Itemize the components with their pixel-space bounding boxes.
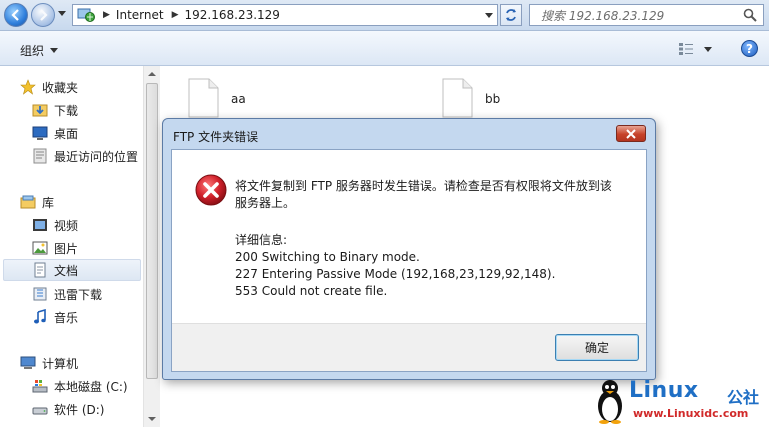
command-bar: 组织 ?	[0, 31, 769, 66]
watermark-logo-text: Linux	[629, 378, 699, 403]
nav-item-label: 文档	[54, 263, 79, 278]
details-line: 200 Switching to Binary mode.	[235, 250, 420, 264]
ftp-error-dialog: FTP 文件夹错误 将文件复制到 FTP 服务器时发生错误。请检查是否有权限将文…	[162, 118, 656, 380]
network-location-icon	[77, 8, 95, 22]
error-details: 详细信息: 200 Switching to Binary mode. 227 …	[235, 232, 635, 300]
nav-item-drive-d[interactable]: 软件 (D:)	[32, 398, 104, 420]
search-icon[interactable]	[743, 8, 757, 22]
back-button[interactable]	[4, 3, 28, 27]
computer-icon	[20, 356, 36, 369]
watermark-cn-text: 公社	[727, 388, 760, 407]
nav-item-recent-places[interactable]: 最近访问的位置	[32, 145, 138, 167]
nav-item-label: 图片	[54, 241, 79, 256]
recent-places-icon	[33, 148, 47, 164]
close-button[interactable]	[616, 125, 646, 142]
nav-libraries[interactable]: 库	[20, 191, 54, 213]
breadcrumb-separator-icon: ▶	[103, 10, 110, 20]
penguin-logo-icon	[598, 380, 622, 424]
organize-label: 组织	[20, 44, 45, 58]
file-item[interactable]: aa	[187, 78, 246, 118]
nav-item-label: 音乐	[54, 310, 79, 325]
video-icon	[33, 219, 47, 231]
music-icon	[34, 309, 46, 324]
nav-item-label: 本地磁盘 (C:)	[54, 379, 128, 394]
nav-item-music[interactable]: 音乐	[32, 306, 78, 328]
watermark: Linux 公社 www.Linuxidc.com	[593, 376, 769, 427]
library-icon	[20, 195, 36, 209]
ok-button[interactable]: 确定	[555, 334, 639, 361]
documents-icon	[34, 262, 46, 278]
scrollbar-thumb[interactable]	[146, 83, 158, 379]
file-icon	[188, 78, 219, 118]
nav-libraries-label: 库	[42, 195, 55, 210]
help-button[interactable]: ?	[741, 40, 758, 57]
nav-item-label: 软件 (D:)	[54, 402, 105, 417]
breadcrumb-host[interactable]: 192.168.23.129	[185, 8, 280, 22]
arrow-right-icon	[40, 9, 48, 21]
search-placeholder: 搜索 192.168.23.129	[541, 8, 665, 23]
thunder-downloads-icon	[33, 287, 47, 301]
details-line: 227 Entering Passive Mode (192,168,23,12…	[235, 267, 556, 281]
nav-item-label: 迅雷下载	[54, 287, 103, 302]
change-view-button[interactable]	[678, 40, 718, 58]
breadcrumb-separator-icon: ▶	[171, 10, 179, 20]
details-line: 553 Could not create file.	[235, 284, 388, 298]
scroll-up-icon[interactable]	[148, 72, 156, 76]
navigation-pane: 收藏夹 下载 桌面 最近访问的位置 库 视频 图片 文档 迅雷下载 音乐 计算机	[0, 66, 160, 427]
address-dropdown-icon[interactable]	[485, 13, 493, 18]
drive-icon	[32, 407, 48, 415]
scroll-down-icon[interactable]	[148, 417, 156, 421]
nav-computer-label: 计算机	[42, 356, 79, 371]
error-icon	[195, 174, 227, 206]
error-message-line: 服务器上。	[235, 196, 296, 210]
nav-favorites-label: 收藏夹	[42, 80, 79, 95]
star-icon	[20, 79, 36, 95]
nav-item-drive-c[interactable]: 本地磁盘 (C:)	[32, 375, 128, 397]
close-icon	[626, 128, 636, 139]
file-name: bb	[485, 92, 501, 106]
organize-button[interactable]: 组织	[20, 42, 59, 59]
watermark-url: www.Linuxidc.com	[633, 407, 749, 420]
windows-drive-icon	[32, 380, 48, 393]
recent-pages-dropdown[interactable]	[58, 11, 66, 16]
nav-item-label: 下载	[54, 103, 79, 118]
dialog-body: 将文件复制到 FTP 服务器时发生错误。请检查是否有权限将文件放到该 服务器上。…	[171, 149, 647, 372]
search-input[interactable]: 搜索 192.168.23.129	[529, 4, 764, 26]
dialog-footer: 确定	[172, 323, 646, 371]
file-item[interactable]: bb	[441, 78, 500, 118]
nav-computer[interactable]: 计算机	[20, 352, 78, 374]
downloads-folder-icon	[32, 104, 48, 117]
arrow-left-icon	[11, 9, 19, 21]
nav-item-thunder-downloads[interactable]: 迅雷下载	[32, 283, 102, 305]
refresh-icon	[506, 9, 516, 21]
nav-item-documents[interactable]: 文档	[3, 259, 141, 281]
nav-item-videos[interactable]: 视频	[32, 214, 78, 236]
pictures-icon	[32, 241, 48, 255]
nav-favorites[interactable]: 收藏夹	[20, 76, 78, 98]
nav-item-label: 桌面	[54, 126, 79, 141]
nav-pane-scrollbar[interactable]	[143, 66, 160, 427]
address-bar: ▶ Internet ▶ 192.168.23.129 搜索 192.168.2…	[0, 0, 769, 31]
details-label: 详细信息:	[235, 233, 288, 247]
address-field[interactable]: ▶ Internet ▶ 192.168.23.129	[72, 4, 498, 26]
view-details-icon	[679, 43, 693, 55]
nav-item-label: 视频	[54, 218, 79, 233]
file-name: aa	[231, 92, 246, 106]
nav-item-pictures[interactable]: 图片	[32, 237, 78, 259]
chevron-down-icon	[704, 46, 712, 52]
error-message: 将文件复制到 FTP 服务器时发生错误。请检查是否有权限将文件放到该 服务器上。	[235, 178, 635, 212]
nav-item-label: 最近访问的位置	[54, 149, 139, 164]
nav-item-downloads[interactable]: 下载	[32, 99, 78, 121]
file-icon	[442, 78, 473, 118]
refresh-button[interactable]	[500, 4, 522, 26]
desktop-icon	[32, 126, 48, 140]
breadcrumb-internet[interactable]: Internet	[116, 8, 164, 22]
nav-item-desktop[interactable]: 桌面	[32, 122, 78, 144]
error-message-line: 将文件复制到 FTP 服务器时发生错误。请检查是否有权限将文件放到该	[235, 179, 612, 193]
chevron-down-icon	[50, 48, 59, 53]
forward-button[interactable]	[31, 3, 55, 27]
dialog-title: FTP 文件夹错误	[173, 130, 259, 144]
